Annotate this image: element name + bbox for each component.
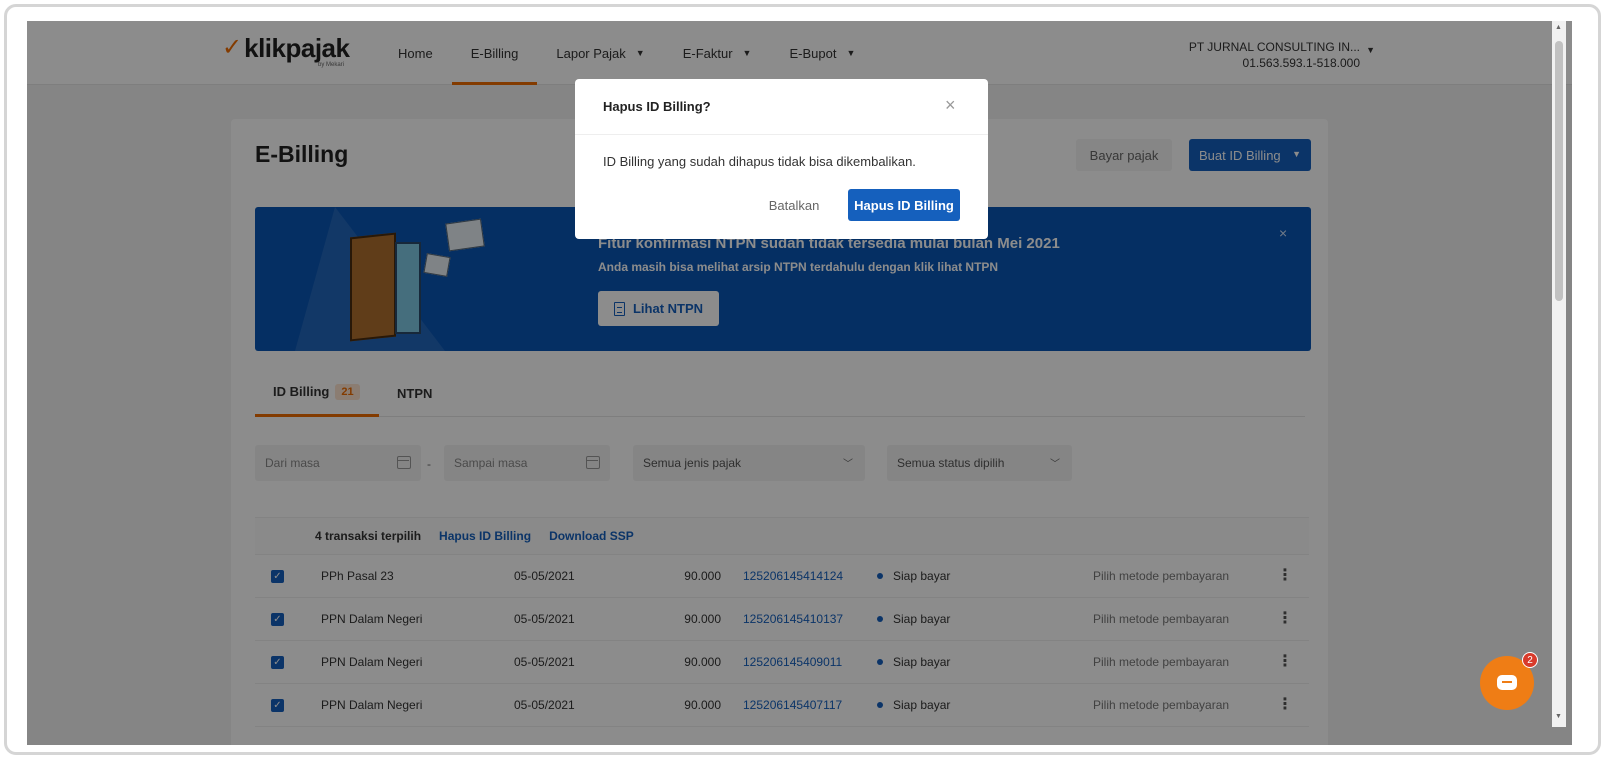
chat-launcher-button[interactable]: 2 [1480,652,1538,710]
scroll-down-icon[interactable]: ▼ [1555,713,1562,720]
close-icon[interactable]: × [945,95,956,116]
dialog-divider [575,134,988,135]
dialog-message: ID Billing yang sudah dihapus tidak bisa… [603,154,916,169]
page-scrollbar[interactable]: ▲ ▼ [1552,21,1566,727]
confirm-delete-button[interactable]: Hapus ID Billing [848,189,960,221]
scrollbar-thumb[interactable] [1555,41,1563,301]
dialog-title: Hapus ID Billing? [603,99,711,114]
scroll-up-icon[interactable]: ▲ [1555,24,1562,31]
page-viewport: ✓ klikpajak by Mekari Home E-Billing Lap… [27,21,1572,745]
delete-confirm-dialog: Hapus ID Billing? × ID Billing yang suda… [575,79,988,239]
cancel-button[interactable]: Batalkan [749,189,839,221]
chat-bubble-icon [1497,675,1517,690]
unread-badge: 2 [1522,652,1538,668]
browser-frame: ✓ klikpajak by Mekari Home E-Billing Lap… [4,4,1601,755]
